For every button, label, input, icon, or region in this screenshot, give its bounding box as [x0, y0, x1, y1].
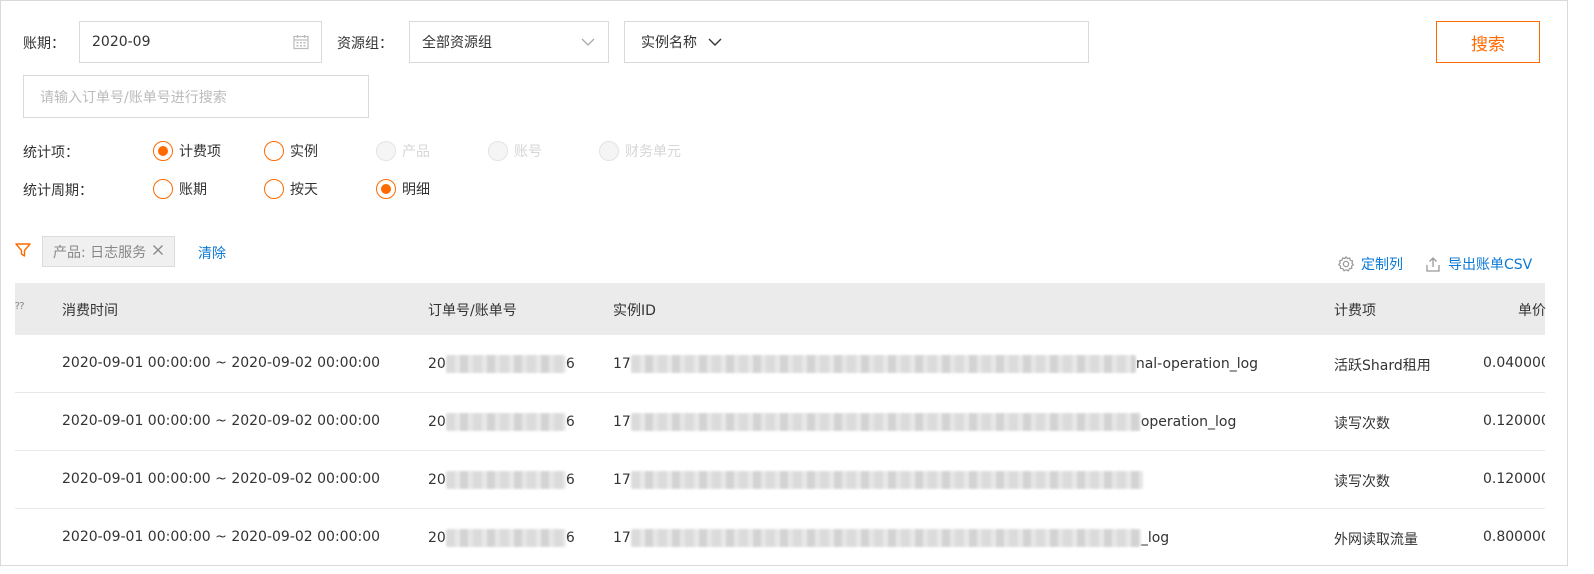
column-header-billing-item[interactable]: 计费项 [1334, 300, 1376, 320]
cell-instance-id: 17 _log [613, 529, 1170, 547]
radio-stat-account: 账号 [488, 139, 542, 163]
radio-label: 计费项 [179, 144, 221, 160]
cell-order-number: 20 6 [428, 529, 575, 547]
cell-billing-item: 外网读取流量 [1334, 532, 1418, 548]
resource-group-label: 资源组： [337, 36, 393, 52]
cell-consume-time: 2020-09-01 00:00:00 ~ 2020-09-02 00:00:0… [62, 471, 381, 487]
radio-period-billing-cycle[interactable]: 账期 [153, 177, 207, 201]
column-header-order-number[interactable]: 订单号/账单号 [428, 300, 517, 320]
radio-stat-finance-unit: 财务单元 [599, 139, 681, 163]
cell-billing-item: 活跃Shard租用 [1334, 358, 1431, 374]
radio-label: 账期 [179, 182, 207, 198]
cell-billing-item: 读写次数 [1334, 474, 1390, 490]
close-icon[interactable] [152, 244, 164, 260]
redacted-blur [445, 529, 566, 547]
radio-stat-instance[interactable]: 实例 [264, 139, 318, 163]
radio-circle [488, 141, 508, 161]
column-header-unit-price[interactable]: 单价 [1518, 300, 1546, 320]
radio-stat-product: 产品 [376, 139, 430, 163]
product-filter-tag: 产品: 日志服务 [42, 236, 176, 267]
clear-filters-link[interactable]: 清除 [198, 243, 226, 263]
filter-icon[interactable] [15, 242, 31, 262]
radio-label: 产品 [402, 144, 430, 160]
instance-name-type-label: 实例名称 [641, 35, 697, 51]
filter-tag-label: 产品: 日志服务 [53, 244, 147, 261]
chevron-down-icon [707, 36, 723, 48]
radio-circle [376, 179, 396, 199]
table-row[interactable]: 2020-09-01 00:00:00 ~ 2020-09-02 00:00:0… [15, 393, 1545, 451]
column-header-consume-time[interactable]: 消费时间 [62, 300, 118, 320]
cell-instance-id: 17 operation_log [613, 413, 1237, 431]
cell-consume-time: 2020-09-01 00:00:00 ~ 2020-09-02 00:00:0… [62, 355, 381, 371]
radio-circle [264, 141, 284, 161]
table-row[interactable]: 2020-09-01 00:00:00 ~ 2020-09-02 00:00:0… [15, 509, 1545, 565]
radio-circle [153, 141, 173, 161]
radio-circle [264, 179, 284, 199]
cell-unit-price: 0.120000 [1483, 471, 1545, 487]
table-row[interactable]: 2020-09-01 00:00:00 ~ 2020-09-02 00:00:0… [15, 335, 1545, 393]
cell-consume-time: 2020-09-01 00:00:00 ~ 2020-09-02 00:00:0… [62, 529, 381, 545]
chevron-down-icon [580, 36, 596, 52]
customize-columns-link[interactable]: 定制列 [1337, 254, 1403, 274]
table-row[interactable]: 2020-09-01 00:00:00 ~ 2020-09-02 00:00:0… [15, 451, 1545, 509]
redacted-blur [445, 471, 566, 489]
redacted-blur [630, 413, 1141, 431]
radio-circle [376, 141, 396, 161]
cell-order-number: 20 6 [428, 471, 575, 489]
period-date-picker[interactable]: 2020-09 [79, 21, 322, 63]
stat-period-label: 统计周期： [23, 183, 93, 199]
period-value: 2020-09 [92, 34, 151, 50]
radio-label: 账号 [514, 144, 542, 160]
instance-name-type-select[interactable]: 实例名称 [625, 32, 723, 52]
redacted-blur [445, 413, 566, 431]
export-csv-label: 导出账单CSV [1448, 257, 1533, 273]
radio-stat-billing-item[interactable]: 计费项 [153, 139, 221, 163]
customize-columns-label: 定制列 [1361, 257, 1403, 273]
radio-label: 按天 [290, 182, 318, 198]
radio-circle [153, 179, 173, 199]
period-label: 账期： [23, 36, 65, 52]
calendar-icon[interactable] [293, 34, 309, 54]
radio-label: 明细 [402, 182, 430, 198]
cell-order-number: 20 6 [428, 413, 575, 431]
instance-name-filter: 实例名称 [624, 21, 1089, 63]
resource-group-value: 全部资源组 [422, 35, 492, 51]
table-header: ⁇ 消费时间 订单号/账单号 实例ID 计费项 单价 [15, 283, 1546, 335]
stat-items-label: 统计项： [23, 145, 79, 161]
redacted-blur [630, 471, 1143, 489]
cell-unit-price: 0.800000 [1483, 529, 1545, 545]
radio-period-daily[interactable]: 按天 [264, 177, 318, 201]
bill-details-panel: 账期： 2020-09 资源组： 全部资源组 实例名称 搜索 请输入订单号/账单… [0, 0, 1568, 566]
redacted-blur [445, 355, 566, 373]
column-header-instance-id[interactable]: 实例ID [613, 300, 656, 320]
radio-label: 财务单元 [625, 144, 681, 160]
radio-period-detail[interactable]: 明细 [376, 177, 430, 201]
radio-label: 实例 [290, 144, 318, 160]
gear-icon [1337, 255, 1355, 273]
order-search-placeholder: 请输入订单号/账单号进行搜索 [40, 89, 227, 106]
export-icon [1424, 255, 1442, 273]
export-csv-link[interactable]: 导出账单CSV [1424, 254, 1532, 274]
column-resize-handle[interactable]: ⁇ [15, 301, 24, 312]
redacted-blur [630, 355, 1136, 373]
cell-order-number: 20 6 [428, 355, 575, 373]
order-number-search-input[interactable]: 请输入订单号/账单号进行搜索 [23, 75, 369, 118]
redacted-blur [630, 529, 1141, 547]
cell-instance-id: 17 nal-operation_log [613, 355, 1259, 373]
cell-billing-item: 读写次数 [1334, 416, 1390, 432]
search-button[interactable]: 搜索 [1436, 21, 1540, 63]
instance-name-input[interactable] [723, 22, 1088, 62]
radio-circle [599, 141, 619, 161]
cell-unit-price: 0.040000 [1483, 355, 1545, 371]
cell-consume-time: 2020-09-01 00:00:00 ~ 2020-09-02 00:00:0… [62, 413, 381, 429]
resource-group-select[interactable]: 全部资源组 [409, 21, 609, 63]
cell-unit-price: 0.120000 [1483, 413, 1545, 429]
cell-instance-id: 17 [613, 471, 1143, 489]
